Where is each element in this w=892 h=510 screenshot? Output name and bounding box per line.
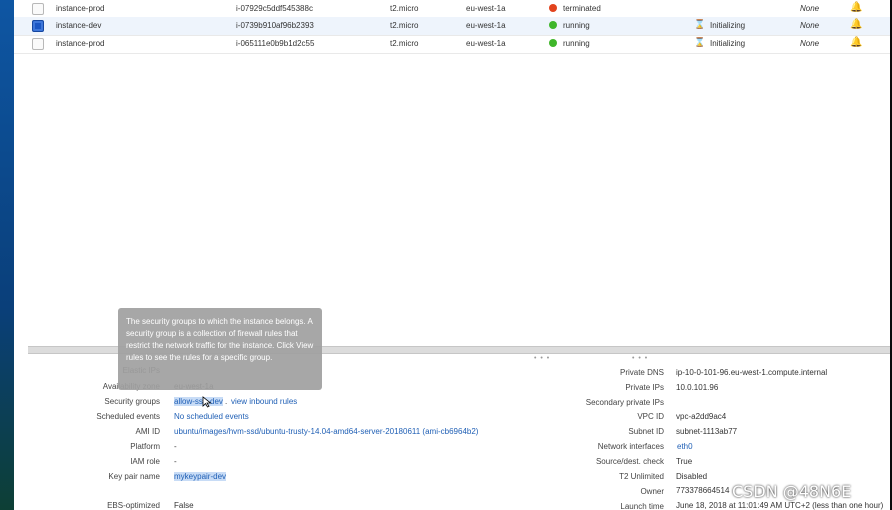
- ec2-instances-console: instance-prod i-07929c5ddf545388c t2.mic…: [14, 0, 890, 510]
- t2-unlimited-value: Disabled: [676, 472, 708, 481]
- security-groups-tooltip: The security groups to which the instanc…: [118, 308, 322, 390]
- status-check: Initializing: [710, 21, 746, 30]
- security-group-link[interactable]: allow-ssh-dev: [174, 397, 223, 406]
- detail-label: Security groups: [104, 397, 160, 406]
- running-status-icon: [549, 39, 557, 47]
- instance-id: i-0739b910af96b2393: [236, 21, 314, 30]
- detail-label: Platform: [130, 442, 160, 451]
- availability-zone: eu-west-1a: [466, 39, 506, 48]
- faint-watermark-icon: ⓘ: [746, 37, 760, 53]
- detail-label: Private IPs: [625, 383, 664, 392]
- separator-comma: .: [225, 397, 228, 406]
- running-status-icon: [549, 21, 557, 29]
- terminated-status-icon: [549, 4, 557, 12]
- instance-id: i-065111e0b9b1d2c55: [236, 39, 315, 48]
- detail-label: IAM role: [130, 457, 160, 466]
- instance-type: t2.micro: [390, 4, 419, 13]
- iam-role-value: -: [174, 457, 177, 466]
- hourglass-icon: ⌛: [694, 38, 706, 48]
- instance-type: t2.micro: [390, 21, 419, 30]
- detail-label: EBS-optimized: [107, 501, 160, 510]
- instance-id: i-07929c5ddf545388c: [236, 4, 313, 13]
- row-checkbox[interactable]: [32, 3, 44, 15]
- detail-label: Subnet ID: [628, 427, 664, 436]
- detail-label: Key pair name: [108, 472, 160, 481]
- private-ips-value: 10.0.101.96: [676, 383, 719, 392]
- instance-name: instance-prod: [56, 4, 105, 13]
- alarm-bell-icon[interactable]: 🔔: [850, 37, 862, 48]
- subnet-id-value[interactable]: subnet-1113ab77: [676, 427, 737, 436]
- availability-zone: eu-west-1a: [466, 4, 506, 13]
- detail-label: Private DNS: [619, 368, 664, 377]
- private-dns-value: ip-10-0-101-96.eu-west-1.compute.interna…: [676, 368, 828, 377]
- detail-label: Source/dest. check: [595, 457, 664, 466]
- detail-label: Owner: [640, 487, 664, 496]
- row-checkbox[interactable]: [32, 38, 44, 50]
- mouse-cursor-icon: [202, 396, 212, 408]
- detail-label: T2 Unlimited: [619, 472, 664, 481]
- launch-time-value: June 18, 2018 at 11:01:49 AM UTC+2 (less…: [676, 501, 884, 510]
- platform-value: -: [174, 442, 177, 451]
- alarm-status: None: [800, 4, 820, 13]
- instance-type: t2.micro: [390, 39, 419, 48]
- hourglass-icon: ⌛: [694, 20, 706, 30]
- owner-value: 773378664514: [676, 486, 730, 495]
- ebs-optimized-value: False: [174, 501, 194, 510]
- instance-state: running: [563, 39, 590, 48]
- vpc-id-value[interactable]: vpc-a2dd9ac4: [676, 412, 726, 421]
- view-inbound-rules-link[interactable]: view inbound rules: [231, 397, 297, 406]
- instance-state: running: [563, 21, 590, 30]
- instance-name: instance-prod: [56, 39, 105, 48]
- detail-label: VPC ID: [637, 412, 664, 421]
- alarm-status: None: [800, 21, 820, 30]
- tooltip-text: The security groups to which the instanc…: [126, 317, 314, 362]
- detail-label: Network interfaces: [597, 442, 664, 451]
- alarm-bell-icon[interactable]: 🔔: [850, 19, 862, 30]
- detail-label: Launch time: [620, 502, 664, 510]
- scheduled-events-value[interactable]: No scheduled events: [174, 412, 249, 421]
- source-dest-check-value: True: [676, 457, 693, 466]
- ami-id-value[interactable]: ubuntu/images/hvm-ssd/ubuntu-trusty-14.0…: [174, 427, 478, 436]
- instance-name: instance-dev: [56, 21, 102, 30]
- left-window-edge: [0, 0, 14, 510]
- status-check: Initializing: [710, 39, 746, 48]
- instance-state: terminated: [563, 4, 601, 13]
- alarm-status: None: [800, 39, 820, 48]
- availability-zone: eu-west-1a: [466, 21, 506, 30]
- key-pair-value[interactable]: mykeypair-dev: [174, 472, 227, 481]
- network-interface-link[interactable]: eth0: [677, 442, 693, 451]
- detail-label: AMI ID: [135, 427, 160, 436]
- alarm-bell-icon[interactable]: 🔔: [850, 2, 862, 13]
- row-checkbox[interactable]: [32, 20, 44, 32]
- detail-label: Secondary private IPs: [585, 398, 664, 407]
- detail-label: Scheduled events: [96, 412, 160, 421]
- csdn-watermark: CSDN @48N6E: [732, 482, 852, 501]
